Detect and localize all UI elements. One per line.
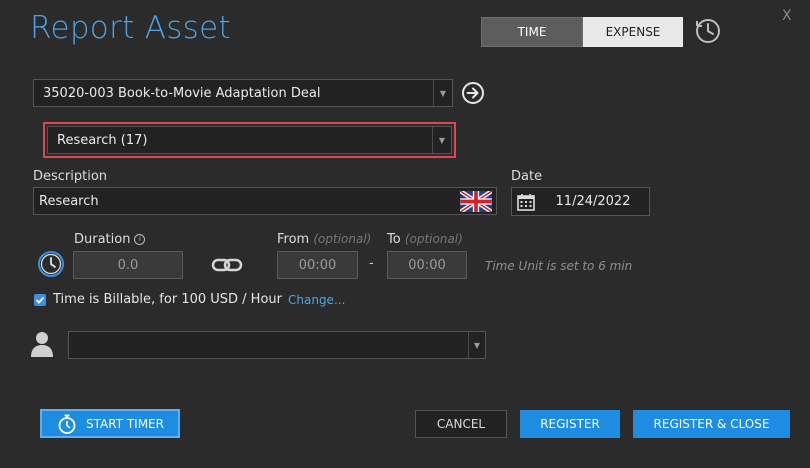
chevron-down-icon[interactable]: ▼: [468, 332, 485, 358]
tab-time[interactable]: TIME: [481, 17, 583, 47]
project-select-value: 35020-003 Book-to-Movie Adaptation Deal: [43, 85, 321, 101]
chevron-down-icon[interactable]: ▼: [433, 80, 452, 106]
description-input[interactable]: Research: [33, 187, 497, 215]
billable-checkbox[interactable]: [34, 293, 46, 306]
person-select[interactable]: ▼: [68, 331, 486, 359]
date-field[interactable]: 11/24/2022: [511, 187, 650, 216]
billable-row: Time is Billable, for 100 USD / Hour Cha…: [34, 292, 345, 307]
from-label-text: From: [277, 232, 310, 247]
clock-icon: [38, 251, 64, 277]
register-button[interactable]: REGISTER: [520, 410, 620, 438]
from-label: From (optional): [277, 232, 371, 247]
activity-select-value: Research (17): [57, 132, 148, 148]
duration-input[interactable]: 0.0: [73, 251, 183, 279]
project-select[interactable]: 35020-003 Book-to-Movie Adaptation Deal …: [33, 79, 453, 107]
to-label: To (optional): [387, 232, 463, 247]
person-icon: [31, 332, 53, 357]
close-button[interactable]: X: [782, 8, 792, 24]
from-optional-hint: (optional): [313, 232, 372, 246]
to-time-input[interactable]: 00:00: [387, 251, 467, 279]
tab-expense[interactable]: EXPENSE: [583, 17, 683, 47]
billable-text: Time is Billable, for 100 USD / Hour: [53, 292, 282, 307]
duration-label-text: Duration: [74, 232, 131, 247]
date-value: 11/24/2022: [555, 194, 631, 209]
change-rate-link[interactable]: Change...: [288, 293, 345, 307]
from-time-input[interactable]: 00:00: [277, 251, 358, 279]
time-unit-note: Time Unit is set to 6 min: [485, 259, 633, 273]
uk-flag-icon[interactable]: [460, 191, 492, 212]
register-close-button[interactable]: REGISTER & CLOSE: [633, 410, 790, 438]
duration-label: Duration i: [74, 232, 146, 247]
stopwatch-icon: [58, 414, 76, 434]
activity-select-highlight: Research (17) ▼: [43, 122, 456, 158]
chevron-down-icon[interactable]: ▼: [432, 127, 451, 153]
checkmark-icon: [35, 296, 45, 304]
calendar-icon[interactable]: [515, 191, 537, 213]
info-icon[interactable]: i: [134, 234, 146, 245]
window-title: Report Asset: [30, 10, 231, 46]
chain-link-icon[interactable]: [211, 256, 243, 274]
start-timer-label: START TIMER: [86, 416, 164, 431]
to-label-text: To: [387, 232, 401, 247]
date-label: Date: [511, 169, 543, 184]
to-optional-hint: (optional): [404, 232, 463, 246]
start-timer-button[interactable]: START TIMER: [40, 409, 180, 438]
cancel-button[interactable]: CANCEL: [415, 410, 507, 438]
description-label: Description: [33, 169, 108, 184]
mode-tabs: TIME EXPENSE: [481, 17, 683, 47]
arrow-right-circle-icon[interactable]: [461, 81, 485, 105]
activity-select[interactable]: Research (17) ▼: [47, 126, 452, 154]
history-clock-icon[interactable]: [694, 17, 722, 45]
time-range-separator: -: [369, 256, 374, 271]
